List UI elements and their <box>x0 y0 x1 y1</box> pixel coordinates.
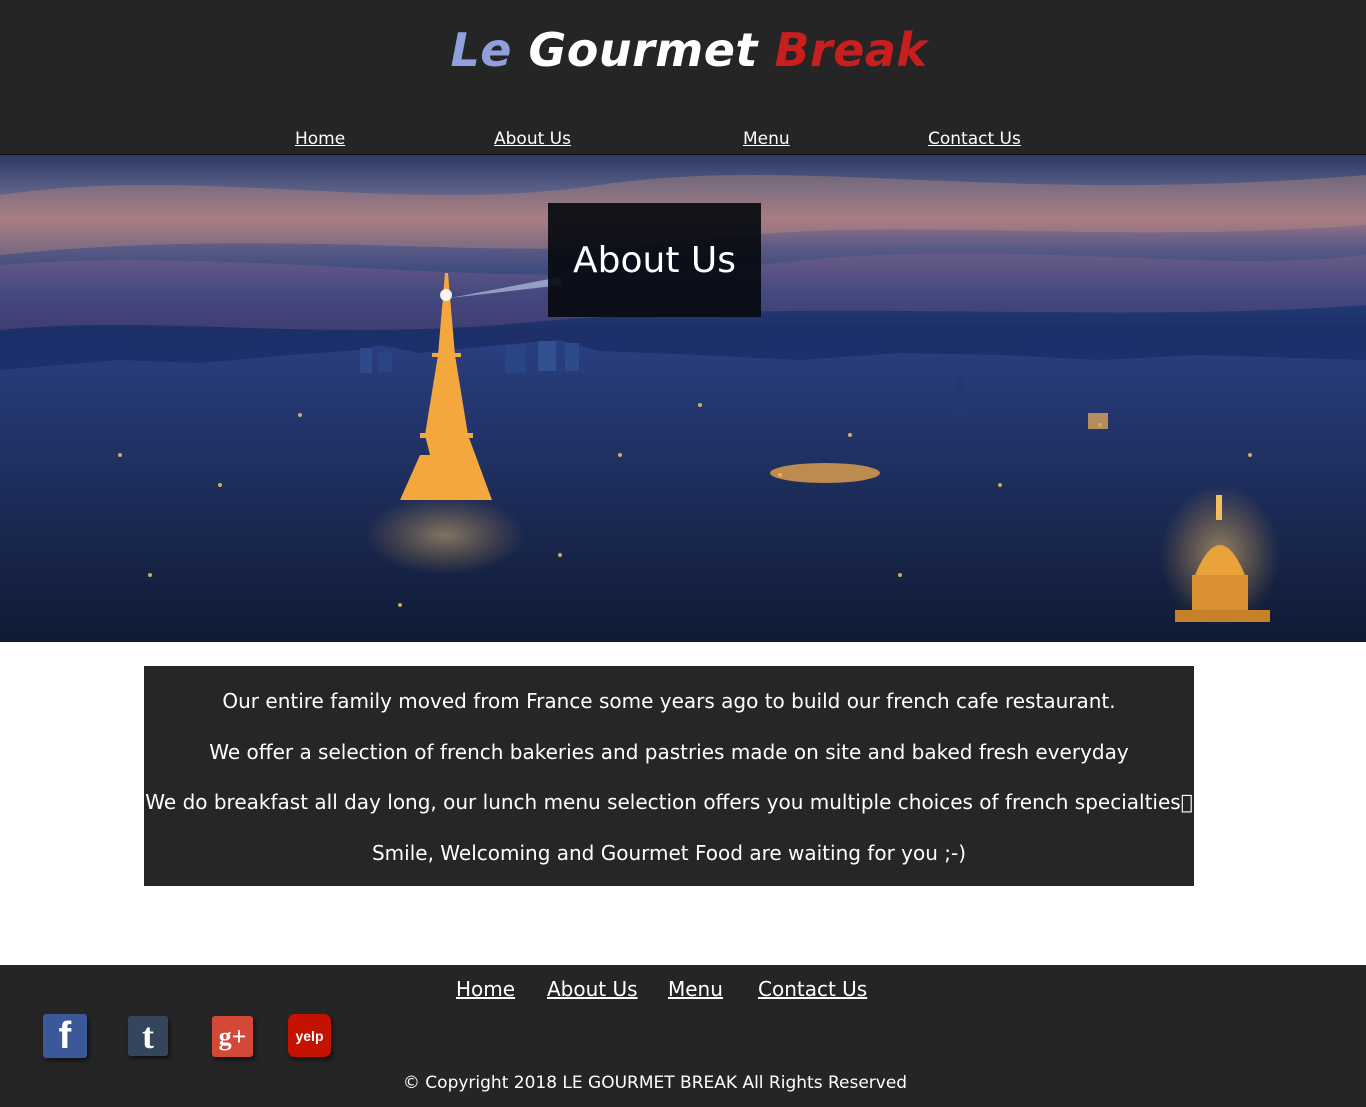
site-footer: Home About Us Menu Contact Us f t g+ yel… <box>0 965 1366 1107</box>
about-paragraph: Our entire family moved from France some… <box>222 689 1116 713</box>
about-paragraph: We do breakfast all day long, our lunch … <box>145 790 1193 814</box>
nav-link-menu[interactable]: Menu <box>743 126 790 152</box>
google-plus-icon[interactable]: g+ <box>212 1016 253 1057</box>
about-paragraph: Smile, Welcoming and Gourmet Food are wa… <box>371 840 967 865</box>
footer-link-home[interactable]: Home <box>456 975 515 1003</box>
footer-link-menu[interactable]: Menu <box>668 975 723 1003</box>
hero-title: About Us <box>548 203 761 317</box>
about-text-box: Our entire family moved from France some… <box>144 666 1194 886</box>
nav-link-about[interactable]: About Us <box>494 126 571 152</box>
logo-word-le: Le <box>450 23 512 77</box>
nav-link-contact[interactable]: Contact Us <box>928 126 1021 152</box>
about-paragraph: We offer a selection of french bakeries … <box>209 739 1129 764</box>
copyright-text: © Copyright 2018 LE GOURMET BREAK All Ri… <box>402 1073 908 1093</box>
facebook-icon[interactable]: f <box>43 1014 87 1058</box>
logo-word-break: Break <box>774 23 928 77</box>
site-header: Le Gourmet Break Home About Us Menu Cont… <box>0 0 1366 155</box>
yelp-icon[interactable]: yelp <box>288 1014 331 1057</box>
footer-link-about[interactable]: About Us <box>547 975 638 1003</box>
nav-link-home[interactable]: Home <box>295 126 345 152</box>
main-nav: Home About Us Menu Contact Us <box>0 126 1366 152</box>
logo-word-gourmet: Gourmet <box>528 23 758 77</box>
tumblr-icon[interactable]: t <box>128 1016 168 1056</box>
hero-banner: About Us <box>0 155 1366 642</box>
footer-link-contact[interactable]: Contact Us <box>758 975 867 1003</box>
site-logo[interactable]: Le Gourmet Break <box>0 22 1366 78</box>
